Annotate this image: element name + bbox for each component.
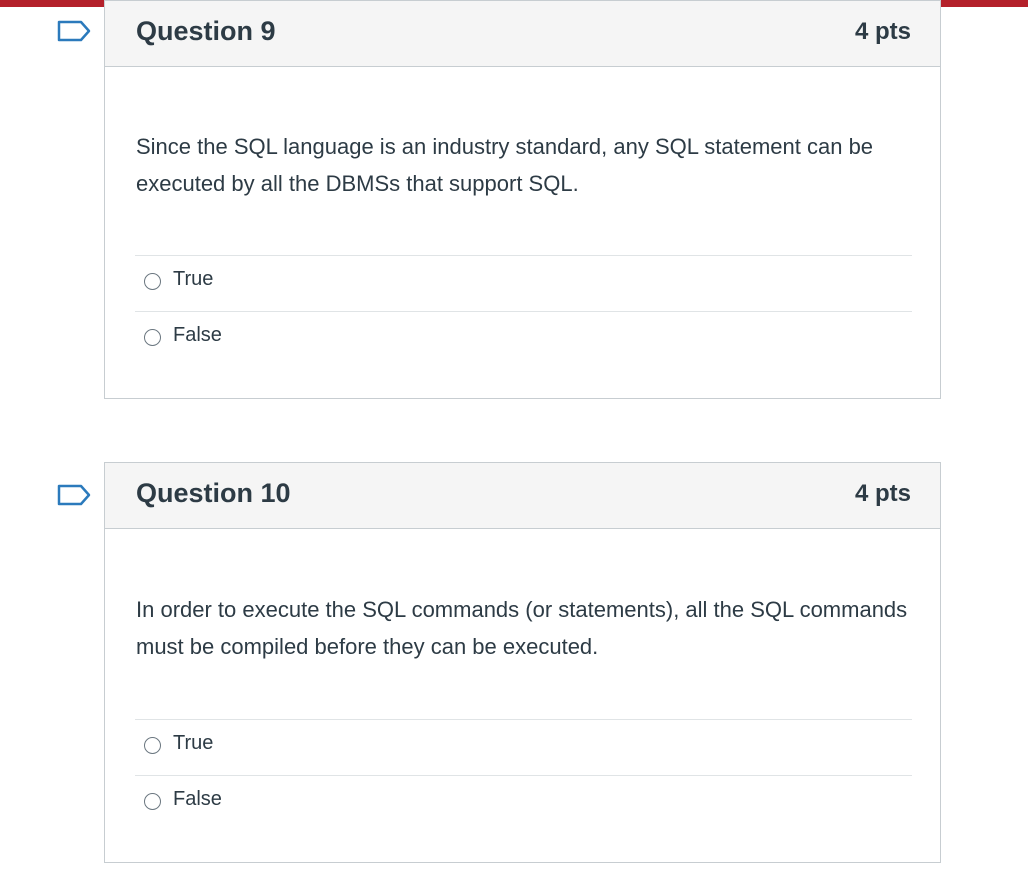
radio-button[interactable] (144, 329, 161, 346)
question-title: Question 10 (136, 478, 291, 508)
answer-list: True False (135, 719, 912, 831)
flag-question-icon[interactable] (57, 20, 91, 42)
answer-list: True False (135, 255, 912, 367)
question-header: Question 9 4 pts (105, 1, 940, 67)
question-title: Question 9 (136, 16, 276, 46)
answer-option-false[interactable]: False (135, 775, 912, 831)
answer-label[interactable]: False (173, 324, 222, 347)
answer-option-false[interactable]: False (135, 311, 912, 367)
question-header: Question 10 4 pts (105, 463, 940, 529)
question-text: Since the SQL language is an industry st… (136, 134, 874, 196)
radio-button[interactable] (144, 273, 161, 290)
radio-button[interactable] (144, 737, 161, 754)
question-points: 4 pts (854, 480, 911, 507)
answer-label[interactable]: True (173, 268, 213, 291)
question-points: 4 pts (854, 18, 911, 45)
question-card-10: Question 10 4 pts In order to execute th… (104, 462, 941, 863)
answer-label[interactable]: True (173, 732, 213, 755)
radio-button[interactable] (144, 793, 161, 810)
question-card-9: Question 9 4 pts Since the SQL language … (104, 0, 941, 399)
answer-option-true[interactable]: True (135, 719, 912, 775)
flag-question-icon[interactable] (57, 484, 91, 506)
answer-option-true[interactable]: True (135, 255, 912, 311)
question-text: In order to execute the SQL commands (or… (136, 597, 908, 659)
answer-label[interactable]: False (173, 788, 222, 811)
